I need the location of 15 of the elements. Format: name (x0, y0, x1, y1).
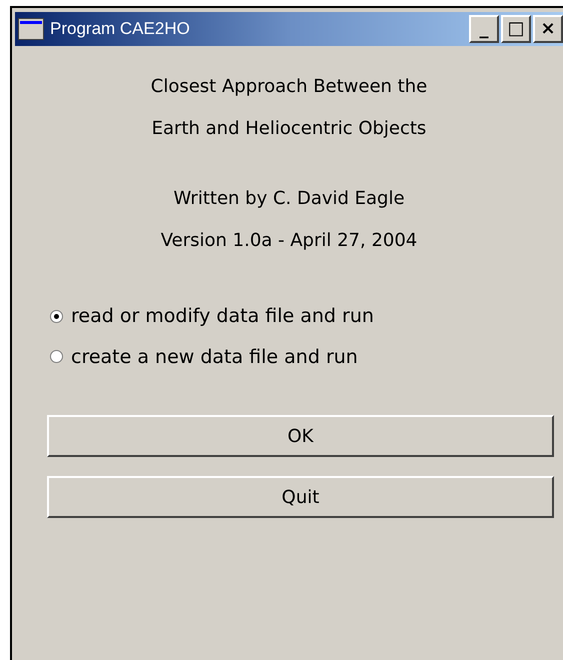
dialog-button[interactable]: Quit (47, 476, 554, 518)
window-icon (18, 18, 44, 40)
window-title: Program CAE2HO (50, 18, 190, 40)
radio-button[interactable] (50, 310, 63, 323)
radio-option[interactable]: read or modify data file and run (50, 302, 374, 330)
credit-text: Written by C. David Eagle (173, 187, 405, 211)
dialog-button[interactable]: OK (47, 415, 554, 457)
close-button[interactable]: × (533, 15, 563, 43)
maximize-button[interactable]: □ (501, 15, 531, 43)
heading-text: Closest Approach Between the (150, 75, 428, 99)
radio-option[interactable]: create a new data file and run (50, 342, 358, 371)
heading-text: Earth and Heliocentric Objects (152, 117, 426, 141)
credit-text: Version 1.0a - April 27, 2004 (160, 229, 418, 253)
radio-button[interactable] (50, 350, 63, 364)
minimize-button[interactable]: _ (469, 15, 499, 43)
